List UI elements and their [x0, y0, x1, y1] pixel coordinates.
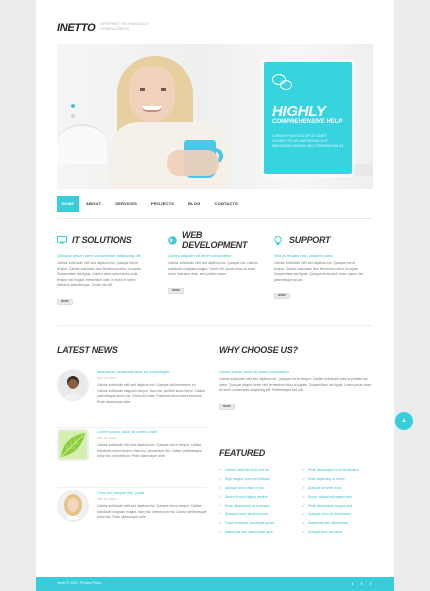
news-divider [57, 427, 207, 428]
news-thumb-woman[interactable] [57, 490, 89, 522]
check-icon: ✓ [219, 494, 222, 499]
check-icon: ✓ [302, 476, 305, 481]
twitter-icon[interactable]: t [350, 581, 355, 586]
news-body: Maecenas venenatis ante eu scelerisque M… [97, 369, 207, 405]
check-icon: ✓ [302, 503, 305, 508]
check-icon: ✓ [219, 476, 222, 481]
news-date: MAY 18, 2013 [97, 376, 116, 380]
news-text: Cabitur solicitudin velit sed dapibus ni… [97, 504, 207, 519]
featured-link[interactable]: ✓ Pede ullamcorper magna sed [302, 502, 382, 511]
news-body: Lorem ipsum dolor sit amet conse MAY 14,… [97, 429, 207, 460]
featured-link[interactable]: ✓ Quisque quis nisi amet [302, 528, 382, 537]
featured-link[interactable]: ✓ Pede ullamcorper at et tempor [219, 502, 299, 511]
featured-link[interactable]: ✓ Fusce euismod consequat ipsum [219, 519, 299, 528]
why-text: Cabitur solicitudin velit sed dapibus ni… [219, 377, 372, 392]
back-to-top-button[interactable]: ▲ [395, 412, 413, 430]
check-icon: ✓ [302, 494, 305, 499]
why-subtitle[interactable]: Lorem ipsum dolor sit amet consectetur [219, 369, 374, 374]
featured-link[interactable]: ✓ High magna lorem sit tristique [219, 475, 299, 484]
featured-link[interactable]: ✓ Maecenas sed ullamcorper [302, 519, 382, 528]
featured-link[interactable]: ✓ Quisque dolor sit amet lorem [302, 510, 382, 519]
news-date: MAY 14, 2013 [97, 436, 116, 440]
featured-list-right: ✓ Pede ullamcorper ut et fermentum ✓ Vesti… [302, 466, 382, 537]
featured-link[interactable]: ✓ Cabitur molestie dolor sed do [219, 466, 299, 475]
news-text: Cabitur solicitudin velit sed dapibus ni… [97, 383, 206, 404]
why-section: WHY CHOOSE US? Lorem ipsum dolor sit ame… [219, 345, 374, 412]
footer-copyright: Inetto © 2013 | Privacy Policy [57, 581, 102, 585]
featured-link[interactable]: ✓ Quisque lorem sit amet justo [219, 510, 299, 519]
check-icon: ✓ [219, 485, 222, 490]
check-icon: ✓ [302, 468, 305, 472]
featured-link[interactable]: ✓ Vesti adipiscing at lorem [302, 475, 382, 484]
news-item: Maecenas venenatis ante eu scelerisque M… [57, 369, 207, 429]
news-title-link[interactable]: Lorem ipsum dolor sit amet conse [97, 429, 207, 434]
news-heading: LATEST NEWS [57, 345, 118, 355]
featured-list-left: ✓ Cabitur molestie dolor sed do ✓ High mag… [219, 466, 299, 537]
footer: Inetto © 2013 | Privacy Policy t f r [36, 577, 394, 591]
check-icon: ✓ [302, 530, 305, 535]
news-item: Lorem ipsum dolor sit amet conse MAY 14,… [57, 429, 207, 491]
news-date: MAY 10, 2013 [97, 497, 116, 501]
news-text: Cabitur solicitudin velit sed dapibus ni… [97, 443, 202, 458]
check-icon: ✓ [219, 530, 222, 535]
featured-heading-wrap: FEATURED [219, 448, 374, 458]
featured-heading: FEATURED [219, 448, 265, 458]
news-title-link[interactable]: Cras vel congue nisl, porta [97, 490, 207, 495]
news-title-link[interactable]: Maecenas venenatis ante eu scelerisque [97, 369, 207, 374]
check-icon: ✓ [219, 521, 222, 526]
featured-link[interactable]: ✓ Quisque dolor vitae ut nisi [219, 484, 299, 493]
featured-link[interactable]: ✓ Maecenas sed ullamcorper quis [219, 528, 299, 537]
check-icon: ✓ [302, 521, 305, 526]
featured-link[interactable]: ✓ Pede ullamcorper ut et fermentum [302, 466, 382, 475]
news-item: Cras vel congue nisl, porta MAY 10, 2013… [57, 490, 207, 550]
featured-link[interactable]: ✓ Quisque sit amet risus [302, 484, 382, 493]
featured-link[interactable]: ✓ Donec in sed magna pretium [219, 493, 299, 502]
check-icon: ✓ [219, 512, 222, 517]
why-heading: WHY CHOOSE US? [219, 345, 298, 355]
check-icon: ✓ [302, 512, 305, 517]
more-button[interactable]: MORE [219, 403, 235, 410]
news-divider [57, 487, 207, 488]
news-thumb-leaf[interactable] [57, 429, 89, 461]
rss-icon[interactable]: r [368, 581, 373, 586]
check-icon: ✓ [219, 468, 222, 472]
featured-link[interactable]: ✓ Donec adipiscing magna sem [302, 493, 382, 502]
social-links: t f r [350, 581, 373, 586]
news-body: Cras vel congue nisl, porta MAY 10, 2013… [97, 490, 207, 521]
check-icon: ✓ [219, 503, 222, 508]
news-thumb-man[interactable] [57, 369, 89, 401]
facebook-icon[interactable]: f [359, 581, 364, 586]
check-icon: ✓ [302, 485, 305, 490]
